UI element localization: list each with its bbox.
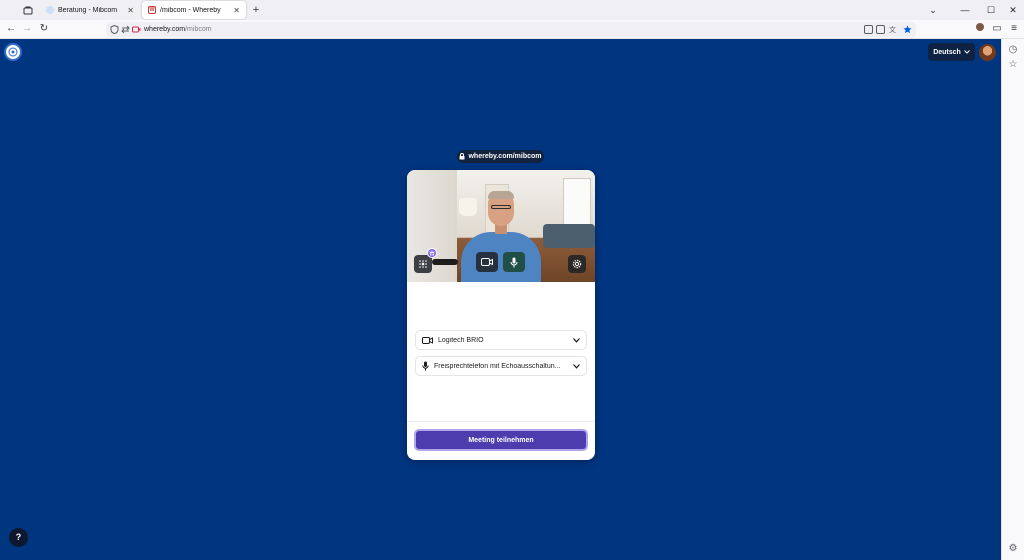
microphone-device-label: Freisprechtelefon mit Echoausschaltun...	[434, 362, 561, 370]
permissions-icon	[121, 25, 130, 34]
settings-button[interactable]	[568, 255, 586, 273]
whereby-favicon-icon: W	[148, 6, 156, 14]
back-button[interactable]: ←	[4, 22, 18, 36]
language-label: Deutsch	[933, 48, 961, 56]
address-bar[interactable]: whereby.com/mibcom 文	[106, 22, 916, 37]
tab-list-button[interactable]	[20, 3, 36, 17]
video-person-body	[461, 232, 541, 282]
logo-emblem-icon	[8, 47, 18, 57]
reload-button[interactable]: ↻	[37, 22, 51, 36]
tab-title: Beratung - Mibcom	[58, 6, 118, 14]
svg-text:文: 文	[889, 25, 896, 34]
bookmark-star-icon[interactable]	[903, 25, 912, 34]
app-menu-icon[interactable]: ≡	[1007, 22, 1021, 36]
shield-icon	[110, 25, 119, 34]
chevron-down-icon	[963, 50, 970, 54]
video-background-sofa	[543, 224, 595, 248]
video-background-lamp	[459, 198, 477, 216]
video-microphone	[432, 259, 458, 265]
mibcom-logo[interactable]	[4, 43, 22, 61]
new-tab-button[interactable]: +	[250, 3, 262, 17]
camera-toggle-button[interactable]	[476, 252, 498, 272]
tab-overflow-chevron-icon[interactable]: ⌄	[920, 2, 946, 18]
video-background-window	[563, 178, 591, 228]
language-select-button[interactable]: Deutsch	[928, 43, 975, 61]
mibcom-favicon-icon	[46, 6, 54, 14]
close-window-button[interactable]: ✕	[1000, 2, 1024, 18]
close-tab-icon[interactable]: ✕	[233, 6, 240, 15]
room-address: whereby.com/mibcom	[468, 153, 542, 160]
url-host: whereby.com	[144, 26, 186, 33]
video-person-hair	[488, 191, 514, 199]
room-address-pill: whereby.com/mibcom	[457, 150, 544, 163]
microphone-icon	[510, 257, 518, 267]
chevron-down-icon	[573, 337, 580, 343]
microphone-device-select[interactable]: Freisprechtelefon mit Echoausschaltun...	[415, 356, 587, 376]
sidebar-settings-gear-icon[interactable]: ⚙	[1007, 543, 1019, 555]
browser-navigation-bar: ← → ↻ whereby.com/mibcom 文 ▭ ≡	[0, 20, 1024, 39]
help-button[interactable]: ?	[9, 528, 28, 547]
card-divider	[407, 421, 595, 422]
browser-sidebar: ◷ ☆ ⚙	[1001, 39, 1024, 560]
sidebar-toggle-icon[interactable]: ▭	[990, 22, 1004, 36]
microphone-toggle-button[interactable]	[503, 252, 525, 272]
prejoin-card: Logitech BRIO Freisprechtelefon mit Echo…	[407, 170, 595, 460]
camera-device-label: Logitech BRIO	[438, 336, 484, 344]
chevron-down-icon	[573, 363, 580, 369]
minimize-window-button[interactable]: —	[952, 2, 978, 18]
tab-whereby[interactable]: W /mibcom - Whereby ✕	[142, 1, 246, 19]
reader-view-icon[interactable]	[876, 25, 885, 34]
url-path: /mibcom	[185, 26, 212, 33]
whereby-page: Deutsch whereby.com/mibcom Logitech BRIO…	[0, 39, 1001, 560]
tab-beratung[interactable]: Beratung - Mibcom ✕	[40, 1, 140, 19]
forward-button[interactable]: →	[20, 22, 34, 36]
tab-list-icon	[23, 6, 33, 14]
background-effects-icon	[419, 260, 427, 268]
camera-device-select[interactable]: Logitech BRIO	[415, 330, 587, 350]
camera-sharing-icon	[132, 26, 141, 33]
microphone-icon	[422, 361, 429, 371]
url-text: whereby.com/mibcom	[144, 24, 212, 35]
close-tab-icon[interactable]: ✕	[127, 6, 134, 15]
bookmarks-star-icon[interactable]: ☆	[1007, 59, 1019, 71]
premium-badge-icon	[427, 248, 437, 258]
translate-icon[interactable]: 文	[889, 25, 898, 34]
video-person-glasses	[491, 205, 511, 209]
gear-icon	[572, 259, 582, 269]
profile-icon[interactable]	[973, 22, 987, 36]
user-avatar[interactable]	[979, 44, 996, 61]
media-sharing-icon[interactable]	[864, 25, 873, 34]
video-camera-icon	[422, 336, 433, 344]
join-meeting-button[interactable]: Meeting teilnehmen	[414, 429, 588, 451]
history-icon[interactable]: ◷	[1007, 44, 1019, 56]
video-camera-icon	[481, 258, 493, 266]
lock-icon	[459, 153, 465, 160]
self-view-video	[407, 170, 595, 282]
tab-title: /mibcom - Whereby	[160, 6, 221, 14]
browser-tab-strip: Beratung - Mibcom ✕ W /mibcom - Whereby …	[0, 0, 1024, 20]
